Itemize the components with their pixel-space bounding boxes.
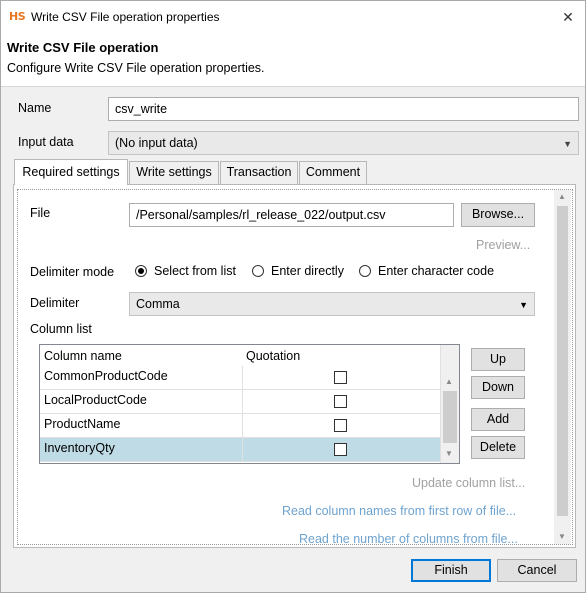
tab-transaction[interactable]: Transaction [220, 161, 298, 184]
delimiter-label: Delimiter [30, 296, 80, 310]
close-icon[interactable]: ✕ [555, 5, 581, 29]
input-data-value: (No input data) [115, 136, 198, 150]
browse-button[interactable]: Browse... [461, 203, 535, 227]
input-data-select[interactable]: (No input data) ▼ [108, 131, 579, 155]
table-row[interactable]: CommonProductCode [40, 366, 440, 390]
column-name-cell: InventoryQty [44, 441, 115, 455]
finish-button[interactable]: Finish [411, 559, 491, 582]
update-column-list-link[interactable]: Update column list... [412, 476, 525, 490]
name-input[interactable]: csv_write [108, 97, 579, 121]
table-row-selected[interactable]: InventoryQty [40, 438, 440, 462]
table-row[interactable]: LocalProductCode [40, 390, 440, 414]
column-name-cell: ProductName [44, 417, 121, 431]
add-button[interactable]: Add [471, 408, 525, 431]
input-data-label: Input data [18, 135, 74, 149]
column-header-name[interactable]: Column name [44, 345, 122, 367]
up-button[interactable]: Up [471, 348, 525, 371]
scroll-up-icon[interactable]: ▲ [558, 192, 566, 201]
dialog-header: Write CSV File operation Configure Write… [1, 33, 585, 87]
scrollbar-thumb[interactable] [443, 391, 457, 443]
radio-label-enter-character-code: Enter character code [378, 264, 495, 278]
read-column-names-link[interactable]: Read column names from first row of file… [282, 504, 516, 518]
hs-logo-icon: HS [9, 10, 26, 23]
delimiter-mode-label: Delimiter mode [30, 265, 115, 279]
scroll-down-icon[interactable]: ▼ [558, 532, 566, 541]
table-row[interactable]: ProductName [40, 414, 440, 438]
delimiter-select[interactable]: Comma ▼ [129, 292, 535, 316]
radio-label-enter-directly: Enter directly [271, 264, 344, 278]
radio-enter-character-code[interactable] [359, 265, 371, 277]
cell-divider [242, 366, 243, 390]
quotation-checkbox[interactable] [334, 443, 347, 456]
quotation-checkbox[interactable] [334, 371, 347, 384]
chevron-down-icon: ▼ [519, 300, 528, 310]
scroll-down-icon[interactable]: ▼ [445, 449, 453, 458]
read-column-count-link[interactable]: Read the number of columns from file... [299, 532, 518, 546]
column-name-cell: CommonProductCode [44, 369, 168, 383]
dialog-window: HS Write CSV File operation properties ✕… [0, 0, 586, 593]
file-path-input[interactable]: /Personal/samples/rl_release_022/output.… [129, 203, 454, 227]
column-name-cell: LocalProductCode [44, 393, 147, 407]
header-description: Configure Write CSV File operation prope… [7, 61, 265, 75]
cell-divider [242, 390, 243, 414]
down-button[interactable]: Down [471, 376, 525, 399]
delimiter-value: Comma [136, 297, 180, 311]
cell-divider [242, 414, 243, 438]
file-label: File [30, 206, 51, 220]
name-label: Name [18, 101, 52, 115]
tab-comment[interactable]: Comment [299, 161, 367, 184]
column-header-quotation[interactable]: Quotation [246, 345, 301, 367]
window-title: Write CSV File operation properties [31, 10, 220, 24]
scroll-up-icon[interactable]: ▲ [445, 377, 453, 386]
panel-scrollbar[interactable]: ▲ ▼ [554, 190, 571, 544]
radio-label-select-from-list: Select from list [154, 264, 236, 278]
tab-required-settings[interactable]: Required settings [14, 159, 128, 185]
chevron-down-icon: ▼ [563, 139, 572, 149]
delete-button[interactable]: Delete [471, 436, 525, 459]
header-title: Write CSV File operation [7, 40, 159, 55]
quotation-checkbox[interactable] [334, 419, 347, 432]
cancel-button[interactable]: Cancel [497, 559, 577, 582]
preview-link[interactable]: Preview... [476, 238, 530, 252]
radio-select-from-list[interactable] [135, 265, 147, 277]
quotation-checkbox[interactable] [334, 395, 347, 408]
table-scrollbar[interactable]: ▲ ▼ [440, 345, 459, 463]
column-table[interactable]: Column name Quotation CommonProductCode … [39, 344, 460, 464]
title-bar: HS Write CSV File operation properties ✕ [1, 1, 585, 33]
cell-divider [242, 438, 243, 462]
radio-enter-directly[interactable] [252, 265, 264, 277]
tab-write-settings[interactable]: Write settings [129, 161, 219, 184]
scrollbar-thumb[interactable] [557, 206, 568, 516]
column-list-label: Column list [30, 322, 92, 336]
